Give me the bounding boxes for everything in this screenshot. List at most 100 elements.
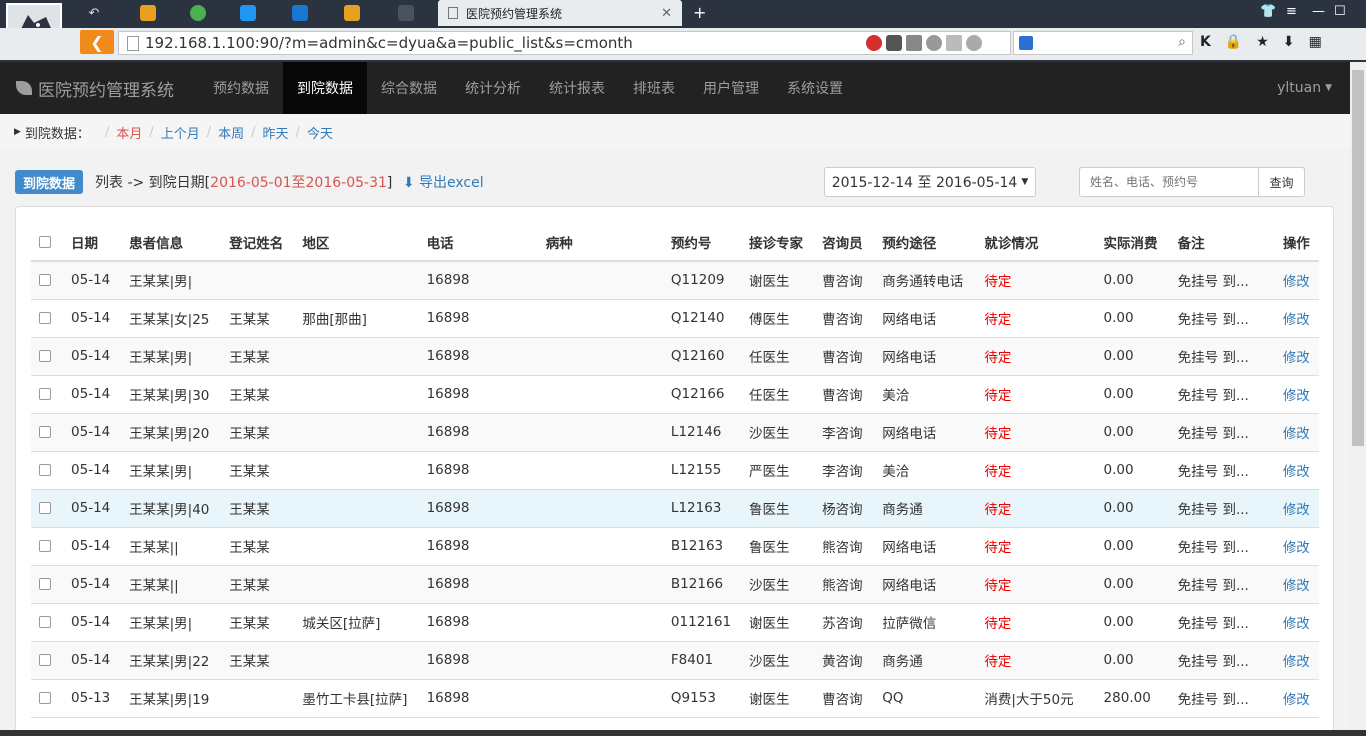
export-excel-link[interactable]: ⬇ 导出excel <box>403 175 484 191</box>
table-cell: 谢医生 <box>741 261 815 300</box>
date-range-picker[interactable]: 2015-12-14 至 2016-05-14 ▼ <box>824 167 1036 197</box>
maximize-icon[interactable]: ☐ <box>1334 4 1346 19</box>
tab-title: 医院预约管理系统 <box>466 6 563 21</box>
edit-link[interactable]: 修改 <box>1274 489 1319 528</box>
table-row[interactable]: 05-14 王某某|| 王某某 16898 B12166 沙医生 熊咨询 网络电话 待定 0.00… <box>31 565 1319 604</box>
filter-this-month[interactable]: 本月 <box>116 123 142 142</box>
row-checkbox[interactable] <box>39 350 51 362</box>
tab-icon-note[interactable] <box>228 3 268 23</box>
table-row[interactable]: 05-14 王某某|女|25 王某某 那曲[那曲] 16898 Q12140 傅医生 曹咨询网… <box>31 299 1319 338</box>
table-cell: 王某某 <box>221 565 295 604</box>
edit-link[interactable]: 修改 <box>1274 337 1319 376</box>
row-checkbox[interactable] <box>39 540 51 552</box>
table-cell: 谢医生 <box>741 679 815 718</box>
qr-icon[interactable] <box>946 35 962 51</box>
star-icon[interactable] <box>926 35 942 51</box>
tab-icon-blank[interactable] <box>386 3 426 23</box>
nav-item-settings[interactable]: 系统设置 <box>773 62 857 114</box>
select-all-checkbox[interactable] <box>39 235 51 248</box>
table-row[interactable]: 05-14 王某某|男|22 王某某 16898 F8401 沙医生 黄咨询 商务通 待定 0.0… <box>31 641 1319 680</box>
search-input[interactable] <box>1079 167 1259 197</box>
row-checkbox[interactable] <box>39 616 51 628</box>
minimize-icon[interactable]: — <box>1312 4 1325 19</box>
table-cell: Q9153 <box>662 679 742 718</box>
tab-icon-wps-2[interactable] <box>332 3 372 23</box>
row-checkbox[interactable] <box>39 692 51 704</box>
page-scrollbar[interactable] <box>1350 62 1366 736</box>
undo-icon[interactable]: ↶ <box>74 3 114 23</box>
row-checkbox[interactable] <box>39 274 51 287</box>
reload-icon[interactable] <box>966 35 982 51</box>
grid-icon[interactable]: ▦ <box>1309 34 1322 50</box>
tab-icon-translate[interactable] <box>280 3 320 23</box>
tab-icon-wps[interactable] <box>128 3 168 23</box>
table-row[interactable]: 05-14 王某某|| 王某某 16898 B12163 鲁医生 熊咨询 网络电话 待定 0.00… <box>31 527 1319 566</box>
tab-active[interactable]: 医院预约管理系统 ✕ <box>438 0 682 26</box>
app-brand[interactable]: 医院预约管理系统 <box>0 62 199 114</box>
table-row[interactable]: 05-14 王某某|男| 王某某 16898 Q12160 任医生 曹咨询 网络电话 待定 0.0… <box>31 337 1319 376</box>
pocket-icon[interactable] <box>886 35 902 51</box>
table-row[interactable]: 05-14 王某某|男| 王某某 16898 L12155 严医生 李咨询 美洽 待定 0.00 免… <box>31 451 1319 490</box>
edit-link[interactable]: 修改 <box>1274 641 1319 680</box>
edit-link[interactable]: 修改 <box>1274 413 1319 452</box>
table-row[interactable]: 05-14 王某某|男|30 王某某 16898 Q12166 任医生 曹咨询 美洽 待定 0.0… <box>31 375 1319 414</box>
edit-link[interactable]: 修改 <box>1274 451 1319 490</box>
row-checkbox[interactable] <box>39 426 51 438</box>
k-icon[interactable]: K <box>1200 34 1211 50</box>
shirt-icon[interactable]: 👕 <box>1260 4 1276 19</box>
filter-last-month[interactable]: 上个月 <box>161 123 200 142</box>
breadcrumb-separator: / <box>104 124 110 140</box>
table-cell: 待定 <box>976 527 1096 566</box>
filter-yesterday[interactable]: 昨天 <box>263 123 289 142</box>
adblock-icon[interactable] <box>866 35 882 51</box>
menu-icon[interactable]: ≡ <box>1286 4 1297 19</box>
nav-item-summary[interactable]: 综合数据 <box>367 62 451 114</box>
nav-item-users[interactable]: 用户管理 <box>689 62 773 114</box>
table-row[interactable]: 05-14 王某某|男|20 王某某 16898 L12146 沙医生 李咨询 网络电话 待定 0… <box>31 413 1319 452</box>
nav-item-analysis[interactable]: 统计分析 <box>451 62 535 114</box>
search-icon[interactable]: ⌕ <box>1178 34 1186 50</box>
edit-link[interactable]: 修改 <box>1274 299 1319 338</box>
row-checkbox[interactable] <box>39 502 51 514</box>
row-checkbox[interactable] <box>39 654 51 666</box>
new-tab-icon[interactable]: + <box>693 3 706 22</box>
row-checkbox[interactable] <box>39 388 51 400</box>
edit-link[interactable]: 修改 <box>1274 603 1319 642</box>
filter-this-week[interactable]: 本周 <box>218 123 244 142</box>
tab-icon-chrome[interactable] <box>178 3 218 23</box>
close-icon[interactable]: ✕ <box>661 6 672 21</box>
edit-link[interactable]: 修改 <box>1274 565 1319 604</box>
table-row[interactable]: 05-13 王某某|男|19 墨竹工卡县[拉萨] 16898 Q9153 谢医生 曹咨询 QQ… <box>31 679 1319 718</box>
table-cell: 傅医生 <box>741 299 815 338</box>
scrollbar-thumb[interactable] <box>1352 70 1364 446</box>
nav-item-arrivals[interactable]: 到院数据 <box>283 62 367 114</box>
table-row[interactable]: 05-14 王某某|男| 16898 Q11209 谢医生 曹咨询 商务通转电话 待定 0.00… <box>31 261 1319 300</box>
table-cell: QQ <box>874 679 977 718</box>
block-icon[interactable] <box>906 35 922 51</box>
back-icon[interactable]: ❮ <box>80 30 114 54</box>
download-icon[interactable]: ⬇ <box>1283 34 1295 50</box>
lock-icon[interactable]: 🔒 <box>1225 34 1242 50</box>
nav-item-schedule[interactable]: 排班表 <box>619 62 689 114</box>
edit-link[interactable]: 修改 <box>1274 527 1319 566</box>
edit-link[interactable]: 修改 <box>1274 261 1319 300</box>
row-checkbox[interactable] <box>39 464 51 476</box>
filter-today[interactable]: 今天 <box>307 123 333 142</box>
nav-item-appointments[interactable]: 预约数据 <box>199 62 283 114</box>
table-cell: 待定 <box>976 603 1096 642</box>
nav-item-reports[interactable]: 统计报表 <box>535 62 619 114</box>
row-checkbox[interactable] <box>39 312 51 324</box>
table-cell: 待定 <box>976 261 1096 300</box>
table-cell: 免挂号 到... <box>1169 299 1275 338</box>
search-button[interactable]: 查询 <box>1258 167 1305 197</box>
table-cell: 黄咨询 <box>814 641 875 680</box>
table-row[interactable]: 05-14 王某某|男|40 王某某 16898 L12163 鲁医生 杨咨询 商务通 待定 0.… <box>31 489 1319 528</box>
browser-search-box[interactable]: ⌕ <box>1013 31 1193 55</box>
row-checkbox[interactable] <box>39 578 51 590</box>
bookmark-star-icon[interactable]: ★ <box>1256 34 1269 50</box>
edit-link[interactable]: 修改 <box>1274 375 1319 414</box>
user-menu[interactable]: yltuan ▼ <box>1277 62 1350 114</box>
table-cell: F8401 <box>662 641 742 680</box>
table-row[interactable]: 05-14 王某某|男| 王某某 城关区[拉萨] 16898 0112161 谢医生 苏咨询拉… <box>31 603 1319 642</box>
edit-link[interactable]: 修改 <box>1274 679 1319 718</box>
